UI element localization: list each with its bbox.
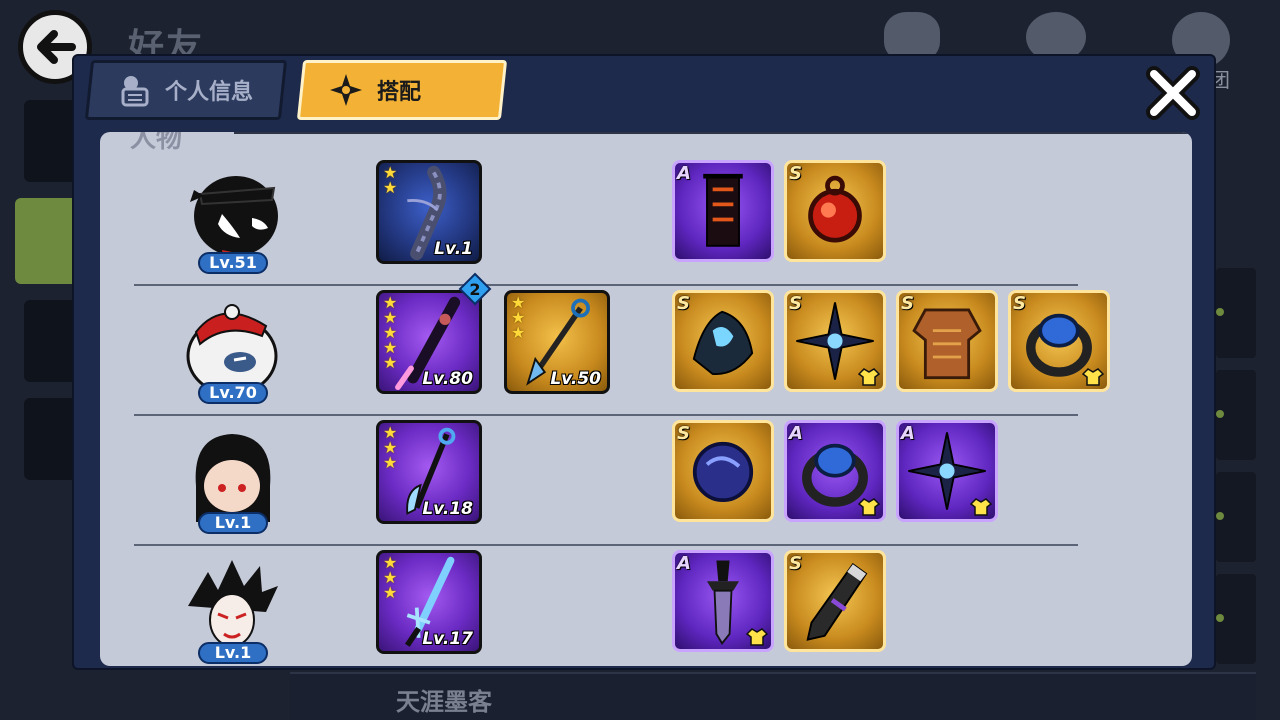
tab-personal-info[interactable]: 个人信息 [84,60,288,120]
armor-icon [912,308,982,380]
character-row: Lv.70 ★ ★ ★ ★ ★ Lv.80 2 ★ ★ ★ Lv.50 S S … [100,272,1192,416]
gear-slot[interactable]: S [1008,290,1110,392]
weapon-level: Lv.80 [422,369,473,389]
weapon-slot[interactable]: ★ ★ Lv.1 [376,160,482,264]
loadout-modal: 个人信息 搭配 人物 Lv.51 ★ ★ Lv.1 A S Lv.70 ★ ★ … [72,54,1216,670]
red-orb-icon [808,175,862,243]
character-level: Lv.70 [198,382,268,404]
outfit-icon [858,368,880,386]
outfit-icon [970,498,992,516]
friend-name: 天涯墨客 [396,688,492,716]
gear-slot[interactable]: S [896,290,998,392]
count-badge: 2 [458,272,492,306]
gear-slot[interactable]: S [672,420,774,522]
gear-slot[interactable]: A [672,550,774,652]
friend-card-3[interactable] [1216,472,1256,562]
friend-card-4[interactable] [1216,574,1256,664]
weapon-slot[interactable]: ★ ★ ★ Lv.18 [376,420,482,524]
outfit-icon [746,628,768,646]
loadout-panel: 人物 Lv.51 ★ ★ Lv.1 A S Lv.70 ★ ★ ★ ★ ★ Lv… [100,132,1192,666]
character-row: Lv.1 ★ ★ ★ Lv.17 A S [100,546,1192,666]
tab-loadout-label: 搭配 [377,80,422,105]
gear-slot[interactable]: S [672,290,774,392]
friend-card-2[interactable] [1216,370,1256,460]
horn-icon [806,562,868,641]
blue-flame-icon [692,310,754,375]
gear-slot[interactable]: A [672,160,774,262]
banner-icon [703,173,743,247]
tab-personal-info-label: 个人信息 [165,80,254,105]
weapon-level: Lv.50 [550,369,601,389]
gear-slot[interactable]: S [784,550,886,652]
character-row: Lv.1 ★ ★ ★ Lv.18 S A A [100,416,1192,546]
gear-slot[interactable]: S [784,290,886,392]
weapon-level: Lv.17 [422,629,473,649]
weapon-level: Lv.1 [434,239,473,259]
gear-slot[interactable]: S [784,160,886,262]
friend-card-1[interactable] [1216,268,1256,358]
profile-card-icon [121,76,149,107]
character-row: Lv.51 ★ ★ Lv.1 A S [100,156,1192,286]
character-level: Lv.51 [198,252,268,274]
gear-slot[interactable]: A [784,420,886,522]
outfit-icon [858,498,880,516]
gear-slot[interactable]: A [896,420,998,522]
weapon-level: Lv.18 [422,499,473,519]
dark-orb-icon [692,441,754,503]
character-level: Lv.1 [198,642,268,664]
panel-heading: 人物 [130,132,183,154]
weapon-slot[interactable]: ★ ★ ★ Lv.50 [504,290,610,394]
tab-loadout[interactable]: 搭配 [296,60,508,120]
weapon-slot[interactable]: ★ ★ ★ Lv.17 [376,550,482,654]
close-icon [1146,66,1200,120]
count-badge-value: 2 [469,280,480,299]
shuriken-icon [330,74,362,106]
outfit-icon [1082,368,1104,386]
character-level: Lv.1 [198,512,268,534]
close-button[interactable] [1142,62,1204,124]
heading-divider [234,132,1192,134]
